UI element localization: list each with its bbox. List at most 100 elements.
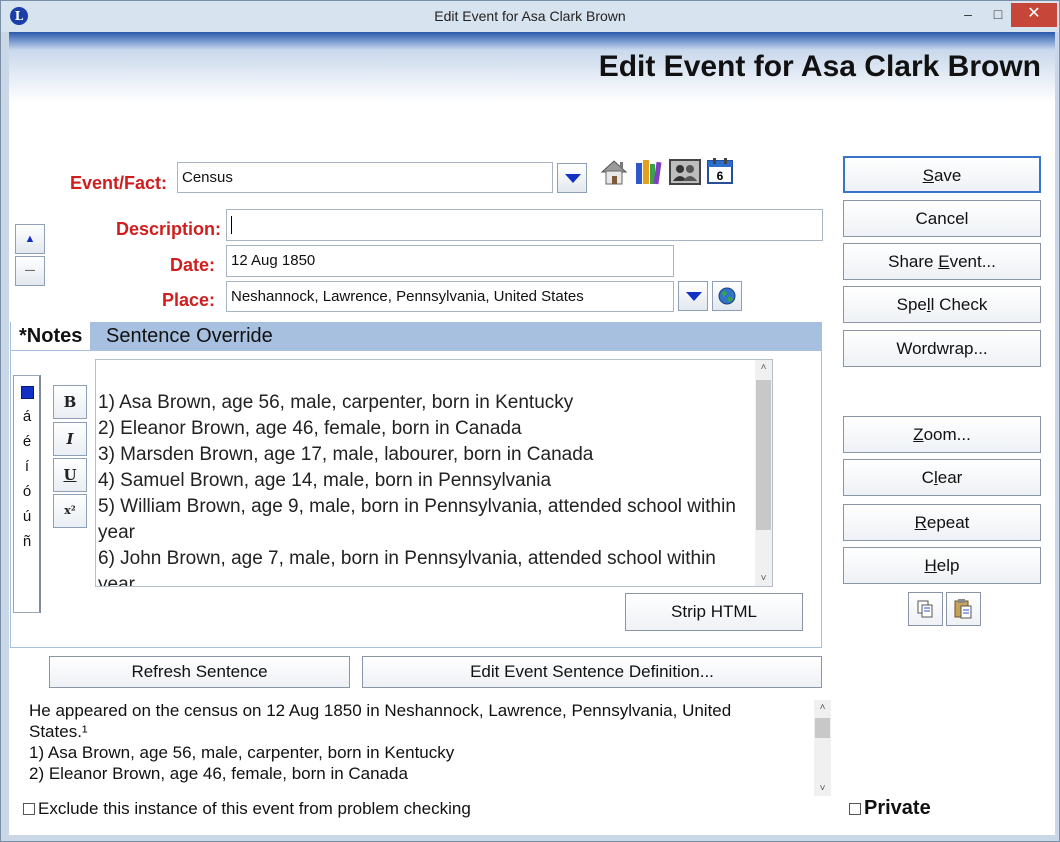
color-swatch-icon[interactable] <box>21 386 34 399</box>
notes-text: 1) Asa Brown, age 56, male, carpenter, b… <box>98 390 754 587</box>
share-event-button[interactable]: Share Event... <box>843 243 1041 280</box>
notes-line: 1) Asa Brown, age 56, male, carpenter, b… <box>98 392 574 413</box>
exclude-checkbox[interactable]: Exclude this instance of this event from… <box>23 799 471 819</box>
btn-pre: Cancel <box>915 209 969 228</box>
title-bar[interactable]: L Edit Event for Asa Clark Brown – □ ✕ <box>1 1 1059 32</box>
text-cursor <box>231 216 232 235</box>
char-i-acute[interactable]: í <box>14 458 40 475</box>
btn-post: ave <box>933 166 962 185</box>
maximize-button[interactable]: □ <box>983 3 1013 27</box>
place-label: Place: <box>161 290 215 310</box>
move-up-button[interactable]: ▲ <box>15 224 45 254</box>
description-field[interactable] <box>226 209 823 241</box>
home-icon[interactable] <box>599 157 629 187</box>
edit-sentence-definition-button[interactable]: Edit Event Sentence Definition... <box>362 656 822 688</box>
char-o-acute[interactable]: ó <box>14 483 40 500</box>
globe-button[interactable] <box>712 281 742 311</box>
spell-check-button[interactable]: Spell Check <box>843 286 1041 323</box>
btn-accel: E <box>938 252 950 271</box>
notes-line: 4) Samuel Brown, age 14, male, born in P… <box>98 470 552 491</box>
char-e-acute[interactable]: é <box>14 433 40 450</box>
underline-button[interactable]: U <box>53 458 87 492</box>
italic-button[interactable]: I <box>53 422 87 456</box>
tab-sentence-override[interactable]: Sentence Override <box>98 322 281 350</box>
scroll-down-icon[interactable]: ˅ <box>755 573 772 584</box>
btn-post: oom... <box>923 425 971 444</box>
collapse-button[interactable]: — <box>15 256 45 286</box>
notes-line: 3) Marsden Brown, age 17, male, labourer… <box>98 444 594 465</box>
notes-line: 6) John Brown, age 7, male, born in Penn… <box>98 548 716 587</box>
btn-pre: Spe <box>896 295 927 314</box>
copy-button[interactable] <box>908 592 943 626</box>
people-icon[interactable] <box>669 159 701 185</box>
event-fact-field[interactable]: Census <box>177 162 553 193</box>
btn-post: vent... <box>949 252 996 271</box>
btn-pre: Wordwrap... <box>896 339 988 358</box>
notes-line: 5) William Brown, age 9, male, born in P… <box>98 496 736 543</box>
event-fact-label: Event/Fact: <box>69 173 167 193</box>
notes-scrollbar[interactable]: ˄ ˅ <box>755 360 772 586</box>
btn-post: l Check <box>930 295 988 314</box>
sentence-line: 2) Eleanor Brown, age 46, female, born i… <box>29 764 408 783</box>
minimize-button[interactable]: – <box>953 3 983 27</box>
checkbox-box[interactable] <box>23 803 35 815</box>
chevron-down-icon <box>686 292 702 301</box>
paste-button[interactable] <box>946 592 981 626</box>
scroll-up-icon[interactable]: ˄ <box>814 702 831 713</box>
btn-accel: S <box>922 166 934 185</box>
clear-button[interactable]: Clear <box>843 459 1041 496</box>
help-button[interactable]: Help <box>843 547 1041 584</box>
btn-accel: H <box>924 556 937 575</box>
scroll-thumb[interactable] <box>815 718 830 738</box>
description-label: Description: <box>115 219 221 239</box>
btn-pre: C <box>921 468 934 487</box>
checkbox-box[interactable] <box>849 803 861 815</box>
place-field[interactable]: Neshannock, Lawrence, Pennsylvania, Unit… <box>226 281 674 312</box>
edit-event-window: L Edit Event for Asa Clark Brown – □ ✕ E… <box>0 0 1060 842</box>
private-label: Private <box>864 797 931 819</box>
notes-line: 2) Eleanor Brown, age 46, female, born i… <box>98 418 522 439</box>
notes-tab-bar: *Notes Sentence Override <box>10 322 822 350</box>
btn-post: elp <box>936 556 960 575</box>
scroll-up-icon[interactable]: ˄ <box>755 362 772 373</box>
scroll-thumb[interactable] <box>756 380 771 530</box>
close-button[interactable]: ✕ <box>1011 3 1057 27</box>
bold-button[interactable]: B <box>53 385 87 419</box>
dash-icon: — <box>25 265 35 276</box>
btn-post: ear <box>937 468 963 487</box>
date-field[interactable]: 12 Aug 1850 <box>226 245 674 277</box>
sentence-scrollbar[interactable]: ˄ ˅ <box>814 700 831 796</box>
scroll-down-icon[interactable]: ˅ <box>814 783 831 794</box>
books-icon[interactable] <box>633 157 663 187</box>
notes-editor[interactable]: 1) Asa Brown, age 56, male, carpenter, b… <box>95 359 773 587</box>
btn-pre: Share <box>888 252 939 271</box>
cancel-button[interactable]: Cancel <box>843 200 1041 237</box>
refresh-sentence-button[interactable]: Refresh Sentence <box>49 656 350 688</box>
sentence-line: He appeared on the census on 12 Aug 1850… <box>29 701 732 720</box>
sentence-text: He appeared on the census on 12 Aug 1850… <box>29 700 799 784</box>
copy-icon <box>917 600 933 618</box>
char-a-acute[interactable]: á <box>14 408 40 425</box>
tab-notes[interactable]: *Notes <box>11 322 91 350</box>
header-banner: Edit Event for Asa Clark Brown <box>9 32 1055 110</box>
zoom-button[interactable]: Zoom... <box>843 416 1041 453</box>
repeat-button[interactable]: Repeat <box>843 504 1041 541</box>
char-u-acute[interactable]: ú <box>14 508 40 525</box>
private-checkbox[interactable]: Private <box>849 797 931 820</box>
event-fact-dropdown-button[interactable] <box>557 163 587 193</box>
sentence-line: 1) Asa Brown, age 56, male, carpenter, b… <box>29 743 455 762</box>
calendar-day-text: 6 <box>717 169 724 183</box>
strip-html-button[interactable]: Strip HTML <box>625 593 803 631</box>
btn-accel: Z <box>913 425 924 444</box>
place-dropdown-button[interactable] <box>678 281 708 311</box>
btn-post: epeat <box>926 513 970 532</box>
wordwrap-button[interactable]: Wordwrap... <box>843 330 1041 367</box>
calendar-icon[interactable]: 6 <box>706 157 734 185</box>
globe-icon <box>718 287 736 305</box>
char-n-tilde[interactable]: ñ <box>14 533 40 550</box>
sentence-preview: He appeared on the census on 12 Aug 1850… <box>23 700 831 796</box>
save-button[interactable]: Save <box>843 156 1041 193</box>
superscript-button[interactable]: x² <box>53 494 87 528</box>
special-character-bar: á é í ó ú ñ <box>13 375 41 613</box>
window-title: Edit Event for Asa Clark Brown <box>434 8 626 24</box>
